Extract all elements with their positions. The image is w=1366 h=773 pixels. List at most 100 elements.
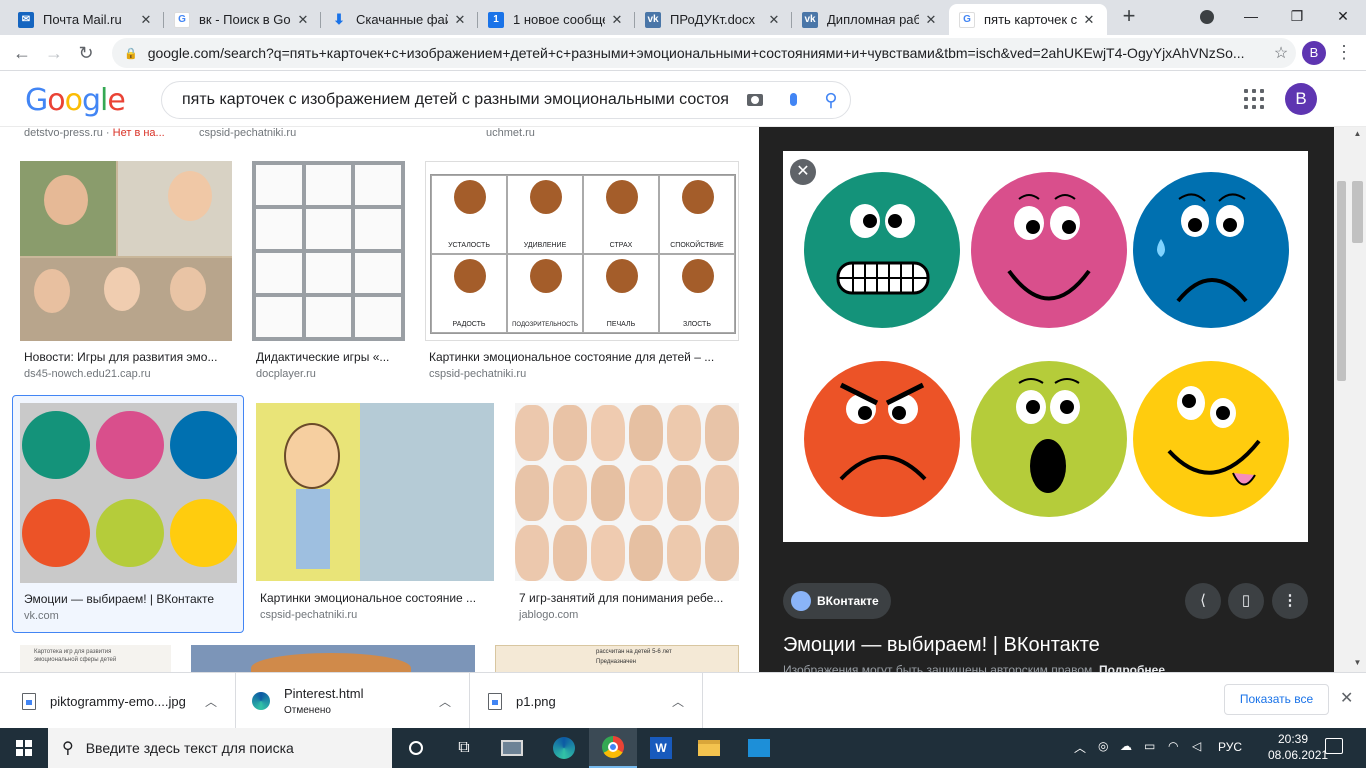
image-result[interactable]: УСТАЛОСТЬ УДИВЛЕНИЕ СТРАХ СПОКОЙСТВИЕ РА… (425, 161, 739, 383)
camera-tray-icon[interactable]: ◎ (1098, 739, 1108, 753)
close-icon[interactable]: ✕ (766, 12, 782, 28)
chevron-up-icon[interactable]: ︿ (205, 693, 217, 710)
download-item[interactable]: p1.png ︿ (470, 673, 703, 729)
preview-close-button[interactable]: ✕ (790, 159, 816, 185)
taskbar-search[interactable]: ⚲ Введите здесь текст для поиска (48, 728, 392, 768)
new-tab-button[interactable]: + (1118, 5, 1140, 28)
result-source[interactable]: uchmet.ru (486, 127, 535, 139)
volume-icon[interactable]: ◁ (1192, 739, 1201, 753)
close-icon[interactable]: ✕ (923, 12, 939, 28)
minimize-button[interactable]: — (1228, 4, 1274, 28)
result-caption[interactable]: Картинки эмоциональное состояние ... (260, 591, 492, 605)
google-logo[interactable]: Google (25, 83, 126, 118)
window-close-button[interactable]: ✕ (1320, 4, 1366, 28)
didactic-cards-thumbnail[interactable] (252, 161, 405, 341)
scrollbar-thumb[interactable] (1352, 181, 1363, 243)
app-remote-icon[interactable] (488, 728, 536, 768)
account-avatar[interactable]: B (1285, 83, 1317, 115)
close-icon[interactable]: ✕ (609, 12, 625, 28)
children-photo-thumbnail[interactable] (20, 161, 232, 341)
clock[interactable]: 20:39 08.06.2021 (1268, 731, 1328, 763)
close-icon[interactable]: ✕ (138, 12, 154, 28)
edge-icon[interactable] (540, 728, 588, 768)
image-result[interactable]: 7 игр-занятий для понимания ребе... jabl… (515, 403, 739, 625)
cloud-icon[interactable]: ☁ (1120, 739, 1132, 753)
scroll-down-icon[interactable]: ▼ (1352, 658, 1363, 670)
preview-scrollbar[interactable] (1334, 127, 1349, 672)
image-result[interactable]: Картинки эмоциональное состояние ... csp… (256, 403, 494, 625)
restore-button[interactable]: ❐ (1274, 4, 1320, 28)
bookmark-star-icon[interactable]: ☆ (1266, 43, 1296, 63)
tab-mail[interactable]: ✉ Почта Mail.ru ✕ (8, 4, 164, 35)
result-caption[interactable]: Дидактические игры «... (256, 350, 405, 364)
windows-start-icon[interactable] (0, 728, 48, 768)
search-icon[interactable]: ⚲ (812, 90, 850, 111)
boy-faces-grid-thumbnail[interactable] (515, 403, 739, 581)
word-icon[interactable]: W (637, 728, 685, 768)
image-result[interactable]: Дидактические игры «... docplayer.ru (252, 161, 405, 383)
result-caption[interactable]: Картинки эмоциональное состояние для дет… (429, 350, 735, 364)
tab-product-docx[interactable]: vk ПРоДУКт.docx ✕ (635, 4, 792, 35)
browser-menu-icon[interactable]: ⋮ (1334, 41, 1354, 65)
file-explorer-icon[interactable] (685, 728, 733, 768)
chevron-up-icon[interactable]: ︿ (1074, 739, 1086, 756)
result-source[interactable]: cspsid-pechatniki.ru (199, 127, 296, 139)
tab-google-vk[interactable]: G вк - Поиск в Goo ✕ (164, 4, 321, 35)
download-item[interactable]: piktogrammy-emo....jpg ︿ (0, 673, 236, 729)
camera-icon[interactable] (736, 91, 774, 109)
scrollbar-thumb[interactable] (1337, 181, 1346, 381)
preview-image[interactable] (783, 151, 1308, 542)
image-result[interactable]: Картотека игр для развития эмоциональной… (20, 645, 171, 672)
emotion-faces-thumbnail[interactable]: УСТАЛОСТЬ УДИВЛЕНИЕ СТРАХ СПОКОЙСТВИЕ РА… (425, 161, 739, 341)
close-downloads-icon[interactable]: ✕ (1340, 688, 1353, 708)
chrome-icon[interactable] (589, 728, 637, 768)
image-result[interactable]: Новости: Игры для развития эмо... ds45-n… (20, 161, 232, 383)
image-result[interactable] (191, 645, 475, 672)
reload-icon[interactable]: ↻ (74, 41, 98, 65)
learn-more-link[interactable]: Подробнее (1099, 663, 1165, 672)
chevron-up-icon[interactable]: ︿ (672, 693, 684, 710)
forward-icon[interactable]: → (42, 41, 66, 65)
close-icon[interactable]: ✕ (452, 12, 468, 28)
profile-avatar[interactable]: B (1302, 41, 1326, 65)
language-indicator[interactable]: РУС (1218, 740, 1242, 754)
image-result[interactable]: рассчитан на детей 5-6 лет Предназначен (495, 645, 739, 672)
apps-grid-icon[interactable] (1242, 87, 1266, 111)
address-bar[interactable]: 🔒 google.com/search?q=пять+карточек+с+из… (112, 38, 1296, 68)
cortana-icon[interactable] (392, 728, 440, 768)
tab-downloads[interactable]: ⬇ Скачанные файл ✕ (321, 4, 478, 35)
photos-icon[interactable] (735, 728, 783, 768)
chevron-up-icon[interactable]: ︿ (439, 693, 451, 710)
more-options-icon[interactable]: ⋮ (1272, 583, 1308, 619)
result-caption[interactable]: Новости: Игры для развития эмо... (24, 350, 232, 364)
task-view-icon[interactable]: ⧉ (440, 728, 488, 768)
share-icon[interactable]: ⟨ (1185, 583, 1221, 619)
result-caption[interactable]: 7 игр-занятий для понимания ребе... (519, 591, 737, 605)
close-icon[interactable]: ✕ (1081, 12, 1097, 28)
result-source[interactable]: detstvo-press.ru · Нет в на... (24, 127, 165, 139)
close-icon[interactable]: ✕ (295, 12, 311, 28)
preview-source-chip[interactable]: ВКонтакте (783, 583, 891, 619)
scroll-up-icon[interactable]: ▲ (1352, 129, 1363, 141)
bookmark-icon[interactable]: ▯ (1228, 583, 1264, 619)
notifications-icon[interactable] (1325, 738, 1343, 754)
result-caption[interactable]: Эмоции — выбираем! | ВКонтакте (24, 592, 239, 606)
wifi-icon[interactable]: ◠ (1168, 739, 1178, 753)
back-icon[interactable]: ← (10, 41, 34, 65)
tab-diploma[interactable]: vk Дипломная рабо ✕ (792, 4, 949, 35)
url-text[interactable]: google.com/search?q=пять+карточек+с+изоб… (148, 45, 1266, 61)
battery-icon[interactable]: ▭ (1144, 739, 1155, 753)
boy-emotions-thumbnail[interactable] (256, 403, 494, 581)
page-scrollbar[interactable]: ▲ ▼ (1349, 127, 1366, 672)
tab-message[interactable]: 1 1 новое сообщен ✕ (478, 4, 635, 35)
microphone-icon[interactable] (774, 91, 812, 109)
tab-current-search[interactable]: G пять карточек с ✕ (949, 4, 1107, 35)
search-input[interactable]: пять карточек с изображением детей с раз… (182, 91, 736, 109)
preview-title[interactable]: Эмоции — выбираем! | ВКонтакте (783, 634, 1100, 657)
image-result-selected[interactable]: Эмоции — выбираем! | ВКонтакте vk.com (12, 395, 244, 633)
tab-search-icon[interactable] (1184, 4, 1230, 28)
search-box[interactable]: пять карточек с изображением детей с раз… (161, 81, 851, 119)
download-item[interactable]: Pinterest.html Отменено ︿ (236, 673, 470, 729)
show-all-downloads-button[interactable]: Показать все (1224, 684, 1329, 715)
emoji-faces-thumbnail[interactable] (20, 403, 237, 583)
